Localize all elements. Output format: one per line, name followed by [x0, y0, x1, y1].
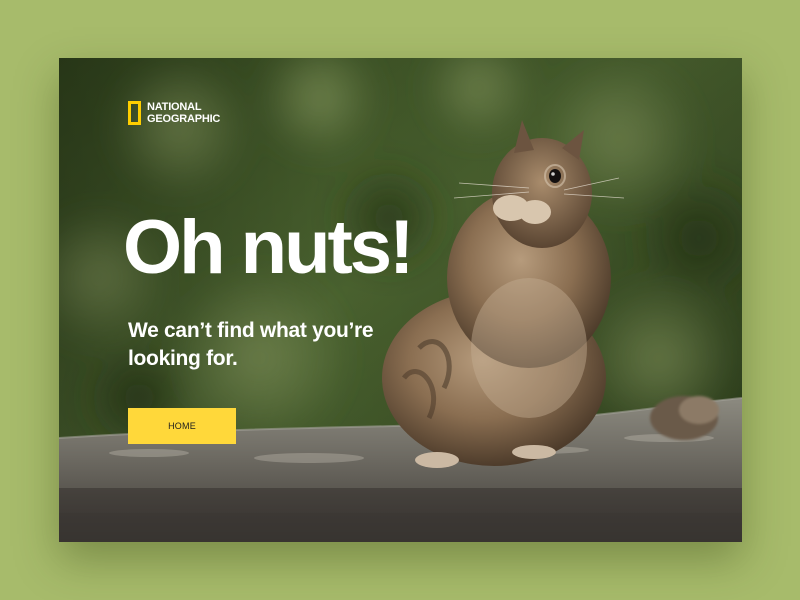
logo-line-2: GEOGRAPHIC — [147, 113, 221, 125]
logo-wordmark: NATIONAL GEOGRAPHIC — [147, 101, 220, 125]
page-title: Oh nuts! — [123, 205, 414, 290]
squirrel-photo — [59, 58, 742, 542]
logo-line-1: NATIONAL — [147, 101, 202, 113]
yellow-border-icon — [128, 101, 141, 125]
error-card: NATIONAL GEOGRAPHIC Oh nuts! We can’t fi… — [59, 58, 742, 542]
home-button[interactable]: HOME — [128, 408, 236, 444]
national-geographic-logo[interactable]: NATIONAL GEOGRAPHIC — [128, 101, 220, 125]
error-message: We can’t find what you’re looking for. — [128, 319, 374, 370]
page-background: NATIONAL GEOGRAPHIC Oh nuts! We can’t fi… — [0, 0, 800, 600]
